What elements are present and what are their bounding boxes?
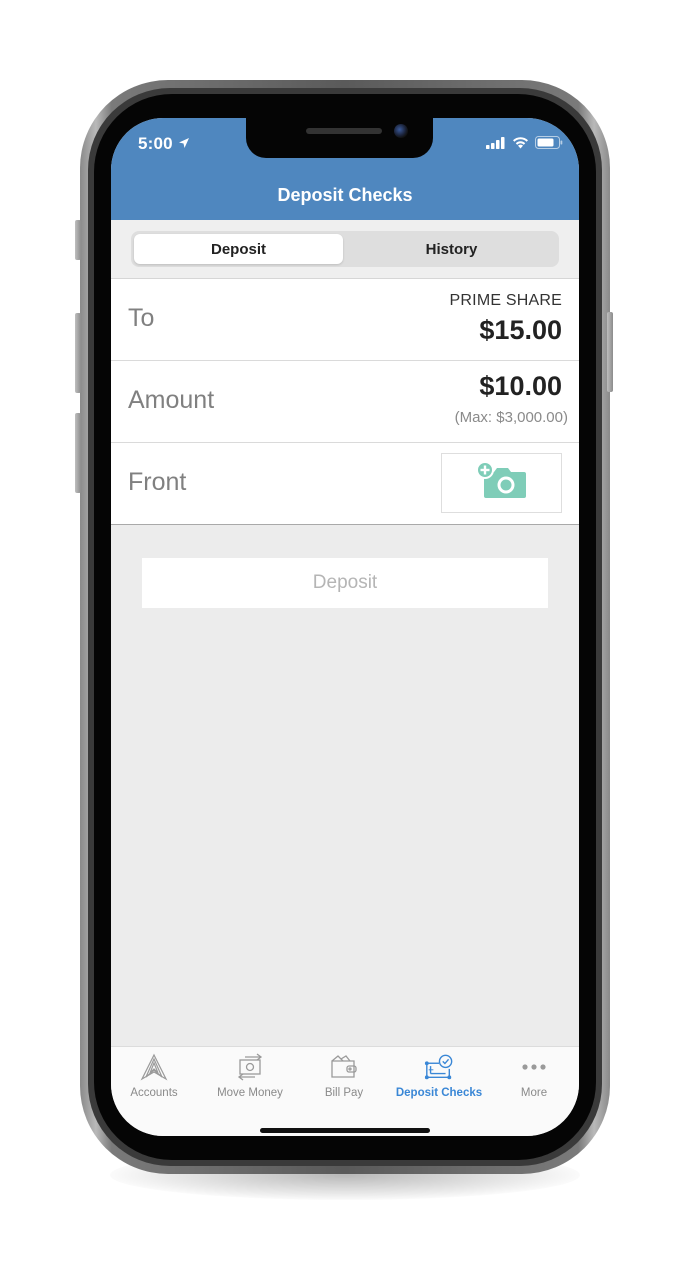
wallet-icon — [329, 1053, 359, 1081]
bottom-tab-bar: Accounts Move Money Bill Pay Deposit Che… — [111, 1046, 579, 1136]
home-indicator[interactable] — [260, 1128, 430, 1133]
amount-label: Amount — [128, 386, 215, 414]
status-time-text: 5:00 — [138, 134, 173, 153]
front-camera — [394, 124, 408, 138]
add-photo-camera-icon — [475, 460, 528, 505]
accounts-logo-icon — [139, 1053, 169, 1081]
deposit-check-icon — [424, 1053, 454, 1081]
to-account-balance: $15.00 — [479, 315, 562, 345]
tab-bar-item-more[interactable]: More — [487, 1053, 579, 1109]
status-icons — [486, 136, 563, 154]
front-label: Front — [128, 468, 187, 496]
tab-bar-item-accounts[interactable]: Accounts — [111, 1053, 201, 1109]
more-dots-icon — [519, 1053, 549, 1081]
tab-history[interactable]: History — [347, 234, 556, 264]
segmented-control: Deposit History — [131, 231, 559, 267]
side-button-mute — [75, 220, 81, 260]
tab-bar-label: Deposit Checks — [395, 1087, 483, 1099]
tab-bar-item-deposit-checks[interactable]: Deposit Checks — [392, 1053, 486, 1109]
tab-bar-label: More — [520, 1087, 548, 1099]
side-button-power — [607, 312, 613, 392]
tab-bar-label: Accounts — [130, 1087, 178, 1099]
move-money-icon — [235, 1053, 265, 1081]
capture-front-button[interactable] — [441, 453, 562, 513]
tab-bar-item-move-money[interactable]: Move Money — [203, 1053, 297, 1109]
wifi-icon — [512, 136, 529, 154]
amount-value[interactable]: $10.00 — [479, 371, 562, 402]
side-button-volume-up — [75, 313, 81, 393]
to-account-row[interactable]: To PRIME SHARE $15.00 — [111, 279, 579, 361]
location-arrow-icon — [178, 134, 190, 154]
amount-max-note: (Max: $3,000.00) — [454, 409, 568, 426]
to-account-name: PRIME SHARE — [449, 292, 562, 309]
amount-row[interactable]: Amount $10.00 (Max: $3,000.00) — [111, 361, 579, 443]
navigation-bar: 5:00 Deposit Checks — [111, 118, 579, 220]
speaker-grille — [306, 128, 382, 134]
page-title: Deposit Checks — [277, 185, 413, 205]
tab-bar-label: Bill Pay — [324, 1087, 364, 1099]
deposit-submit-button[interactable]: Deposit — [142, 558, 548, 608]
tab-bar-item-bill-pay[interactable]: Bill Pay — [297, 1053, 391, 1109]
front-image-row: Front — [111, 443, 579, 525]
segmented-control-container: Deposit History — [111, 220, 579, 279]
tab-bar-label: Move Money — [217, 1087, 283, 1099]
status-time: 5:00 — [138, 134, 190, 154]
side-button-volume-down — [75, 413, 81, 493]
battery-icon — [535, 136, 563, 154]
phone-notch — [246, 118, 433, 158]
to-label: To — [128, 304, 155, 332]
tab-deposit[interactable]: Deposit — [134, 234, 343, 264]
app-screen: 5:00 Deposit Checks Deposit History To P… — [111, 118, 579, 1136]
cellular-signal-icon — [486, 136, 506, 154]
